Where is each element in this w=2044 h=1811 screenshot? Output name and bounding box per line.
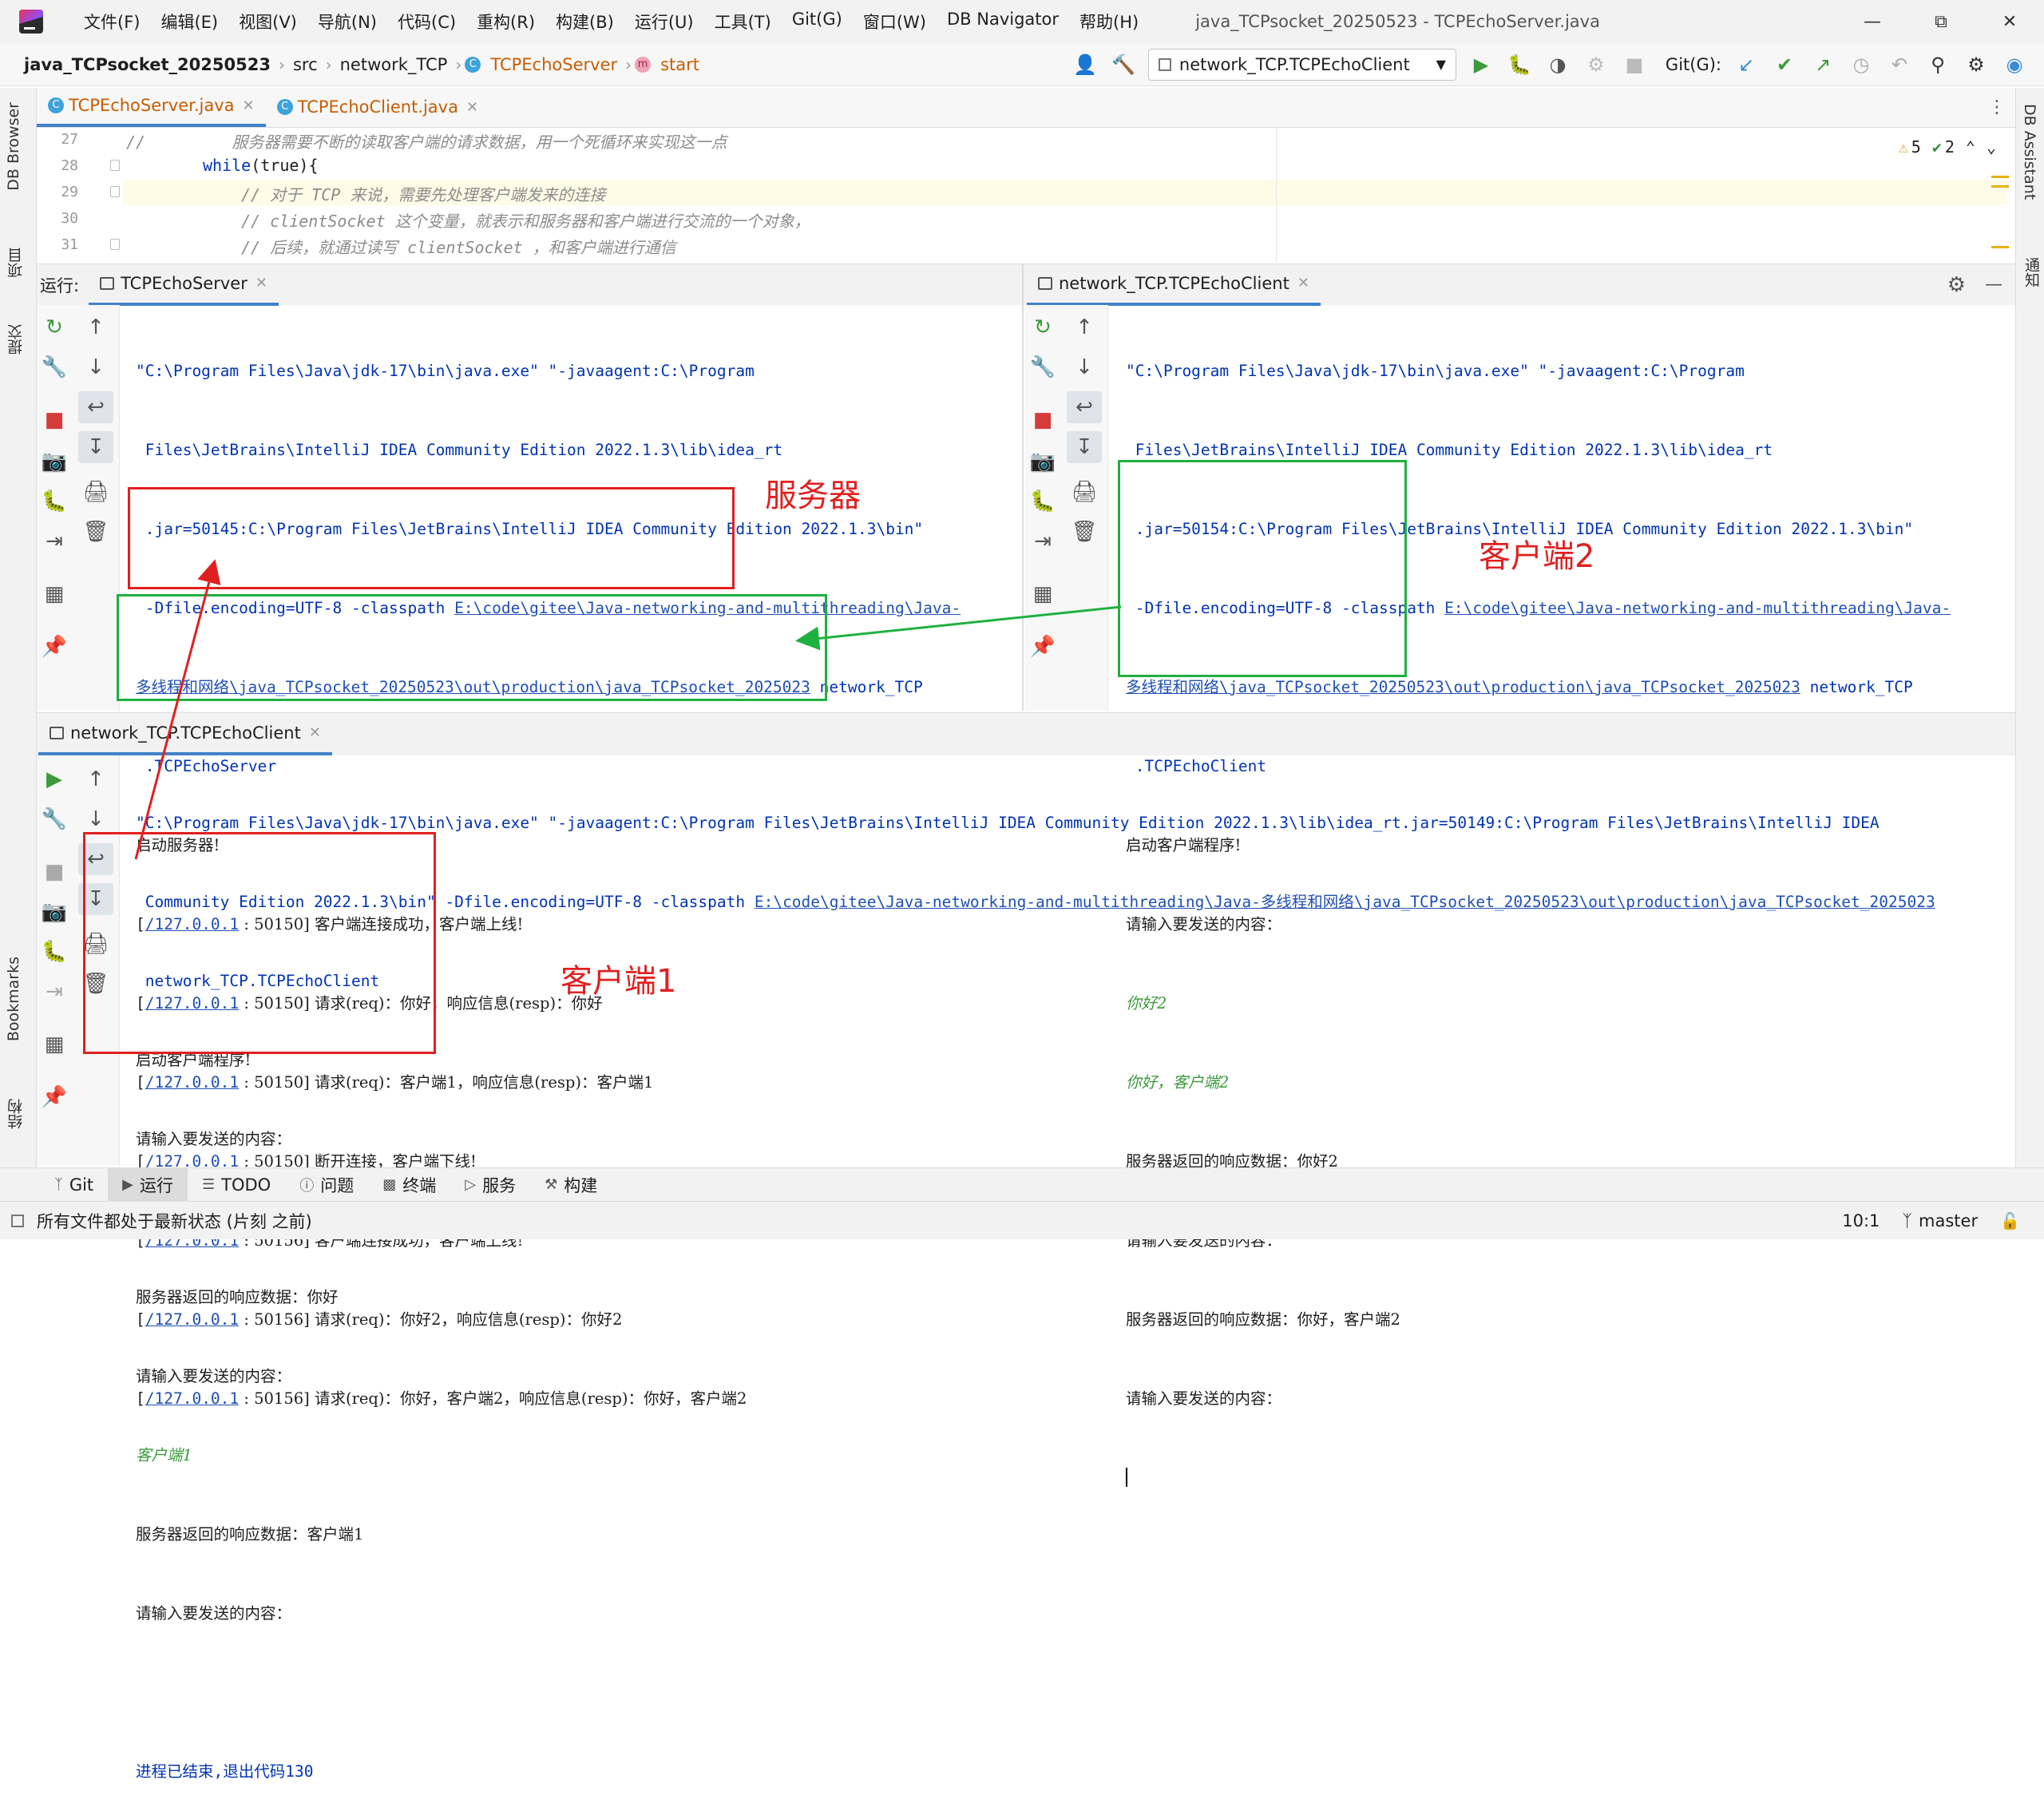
git-branch-icon: ᛉ (54, 1176, 63, 1193)
toolwindow-run[interactable]: ▶ 运行 (108, 1167, 188, 1202)
arrow-client2-to-server (795, 605, 1122, 651)
build-hammer-icon: ⚒ (545, 1176, 558, 1193)
console-line: 请输入要发送的内容： (136, 1604, 292, 1623)
terminal-icon: ▩ (382, 1176, 397, 1193)
caret-position[interactable]: 10:1 (1842, 1211, 1880, 1230)
console-line: 服务器返回的响应数据：你好 (136, 1288, 339, 1306)
toolwindow-problems[interactable]: ⓘ 问题 (285, 1168, 368, 1202)
toolwindow-label: 运行 (140, 1175, 173, 1195)
toolwindow-label: TODO (221, 1175, 271, 1195)
list-icon: ☰ (202, 1176, 216, 1193)
services-icon: ▷ (465, 1176, 477, 1193)
git-branch-icon: ᛉ (1902, 1211, 1913, 1230)
toolwindow-label: 服务 (482, 1175, 517, 1195)
annotation-arrows (134, 559, 1122, 860)
console-line: 服务器返回的响应数据：客户端1 (136, 1525, 364, 1544)
toolwindow-label: Git (69, 1175, 94, 1195)
toolwindow-todo[interactable]: ☰ TODO (188, 1168, 285, 1202)
lock-icon[interactable]: 🔓 (2000, 1211, 2020, 1230)
toolwindow-label: 问题 (320, 1175, 355, 1195)
branch-name: master (1919, 1211, 1979, 1230)
git-branch-widget[interactable]: ᛉ master (1902, 1211, 1978, 1230)
exit-line: 进程已结束,退出代码130 (136, 1762, 314, 1781)
run-icon: ▶ (122, 1176, 133, 1193)
toolwindow-build[interactable]: ⚒ 构建 (530, 1168, 612, 1202)
toolwindow-label: 构建 (564, 1175, 598, 1195)
status-widgets: 10:1 ᛉ master 🔓 (1842, 1211, 2044, 1230)
console-line: 请输入要发送的内容： (136, 1367, 292, 1385)
status-bar: 所有文件都处于最新状态 (片刻 之前) 10:1 ᛉ master 🔓 (0, 1201, 2044, 1239)
toolwindow-services[interactable]: ▷ 服务 (450, 1168, 530, 1202)
status-message: 所有文件都处于最新状态 (片刻 之前) (37, 1211, 312, 1231)
toolwindow-git[interactable]: ᛉ Git (40, 1168, 108, 1202)
toolwindow-terminal[interactable]: ▩ 终端 (368, 1168, 450, 1202)
tool-window-bar: ᛉ Git ▶ 运行 ☰ TODO ⓘ 问题 ▩ 终端 ▷ 服务 ⚒ 构建 (0, 1167, 2044, 1202)
toolwindow-label: 终端 (402, 1175, 437, 1195)
info-icon: ⓘ (299, 1177, 315, 1195)
console-input-line: 客户端1 (136, 1446, 192, 1464)
arrow-client1-to-server (134, 559, 221, 860)
status-toggle-icon[interactable] (11, 1214, 24, 1227)
